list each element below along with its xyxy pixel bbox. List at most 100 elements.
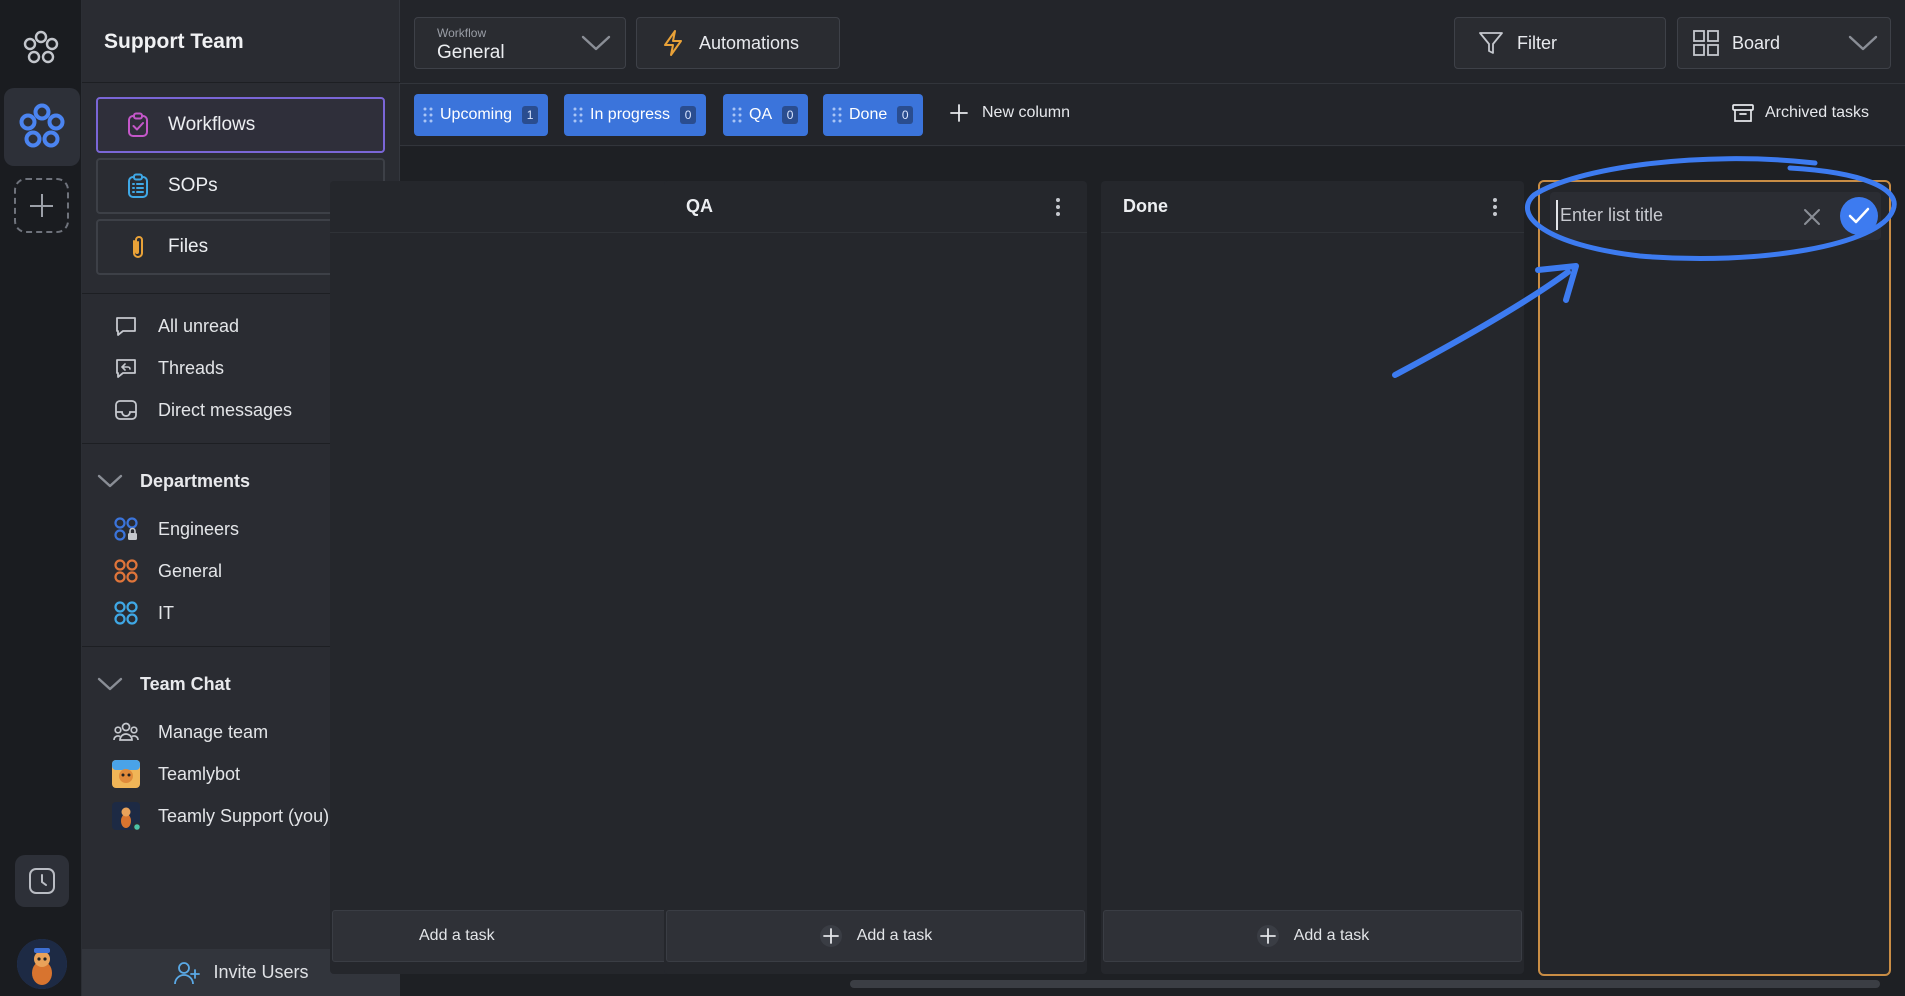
add-workspace-button[interactable] [14,178,69,233]
people-icon [113,722,139,741]
inbox-direct-messages[interactable]: Direct messages [112,394,292,426]
app-window: Support Team Workflows SOPs Files All un… [0,0,1905,996]
top-toolbar: Workflow General Automations Filter Boar… [400,0,1905,84]
filter-button[interactable]: Filter [1454,17,1666,69]
drag-handle-icon[interactable] [572,106,584,124]
flower-workspace-icon [19,103,65,148]
list-title-input[interactable] [1556,200,1796,230]
chat-teamlybot[interactable]: Teamlybot [112,758,240,790]
column-chip-count: 0 [897,106,914,124]
column-chip-qa[interactable]: QA 0 [723,94,809,136]
column-chip-count: 1 [522,106,539,124]
board-canvas: Add a task QA Add a task Done Add a task… [330,147,1905,996]
department-engineers[interactable]: Engineers [112,513,239,545]
inbox-icon [115,400,137,420]
archive-box-icon [1732,104,1754,122]
add-task-label: Add a task [419,927,495,944]
column-chip-count: 0 [782,106,799,124]
workspace-button[interactable] [4,88,80,166]
column-chip-label: In progress [590,106,671,123]
flower-logo-icon[interactable] [21,28,61,68]
chevron-down-icon [1848,35,1878,51]
board-column-qa: QA Add a task [664,181,1087,974]
nav-workflows-label: Workflows [168,114,256,135]
archived-tasks-label: Archived tasks [1764,104,1869,121]
chat-teamly-support[interactable]: Teamly Support (you) [112,800,329,832]
department-engineers-label: Engineers [158,518,240,539]
chat-manage-team[interactable]: Manage team [112,716,268,748]
plus-icon [950,104,968,122]
new-list-card [1538,180,1891,976]
chevron-down-icon [97,677,123,691]
workflow-caption: Workflow [437,26,487,40]
invite-users-label: Invite Users [213,962,309,982]
board-view-icon [1693,30,1719,56]
reply-bubble-icon [116,359,136,378]
column-chip-upcoming[interactable]: Upcoming 1 [414,94,549,136]
plus-circle-icon [1256,925,1279,947]
chat-teamly-support-label: Teamly Support (you) [158,805,330,826]
filter-label: Filter [1517,32,1557,53]
workflow-value: General [437,42,505,63]
add-task-button[interactable]: Add a task [666,910,1085,962]
lightning-icon [664,30,682,56]
filter-icon [1479,32,1503,54]
plus-circle-icon [819,925,842,947]
user-avatar[interactable] [17,939,67,989]
divider [82,82,400,83]
automations-label: Automations [699,32,800,53]
group-icon [114,601,138,625]
department-it[interactable]: IT [112,597,174,629]
inbox-all-unread[interactable]: All unread [112,310,239,342]
column-title: QA [686,196,713,216]
column-chip-in-progress[interactable]: In progress 0 [564,94,707,136]
chevron-down-icon [97,474,123,488]
board-column-done: Done Add a task [1101,181,1524,974]
group-icon [114,559,138,583]
confirm-button[interactable] [1840,197,1878,235]
workflow-select[interactable]: Workflow General [414,17,626,69]
column-chip-label: Done [849,106,888,123]
drag-handle-icon[interactable] [831,106,843,124]
nav-workflows[interactable]: Workflows [96,97,385,153]
bot-avatar [112,760,140,788]
inbox-direct-messages-label: Direct messages [158,399,293,420]
inbox-threads-label: Threads [158,357,225,378]
clipboard-check-icon [128,112,148,137]
add-task-button[interactable]: Add a task [1103,910,1522,962]
drag-handle-icon[interactable] [422,106,434,124]
column-chip-label: QA [749,106,773,123]
chevron-down-icon [581,35,611,51]
add-task-label: Add a task [856,927,933,944]
close-icon[interactable] [1796,201,1828,233]
more-vertical-icon[interactable] [1492,196,1498,218]
inbox-all-unread-label: All unread [158,315,240,336]
more-vertical-icon[interactable] [1055,196,1061,218]
new-list-input-row [1550,192,1881,240]
paperclip-icon [133,236,143,258]
clipboard-list-icon [128,173,148,198]
add-user-icon [174,961,201,984]
column-chip-done[interactable]: Done 0 [823,94,924,136]
inbox-threads[interactable]: Threads [112,352,224,384]
archived-tasks-button[interactable]: Archived tasks [1731,102,1869,124]
add-task-label: Add a task [1293,927,1370,944]
department-general[interactable]: General [112,555,222,587]
automations-button[interactable]: Automations [636,17,840,69]
column-chip-label: Upcoming [440,106,513,123]
new-column-button[interactable]: New column [948,102,1070,124]
drag-handle-icon[interactable] [731,106,743,124]
team-title[interactable]: Support Team [104,30,244,54]
clock-button[interactable] [15,855,69,907]
workspace-rail [0,0,82,996]
chat-manage-team-label: Manage team [158,721,269,742]
horizontal-scrollbar[interactable] [850,980,1880,988]
chat-teamlybot-label: Teamlybot [158,763,241,784]
nav-sops-label: SOPs [168,175,218,196]
chat-bubble-icon [116,317,136,336]
department-general-label: General [158,560,223,581]
view-select[interactable]: Board [1677,17,1891,69]
clock-icon [29,868,55,894]
mascot-avatar-icon [17,939,67,989]
department-it-label: IT [158,602,174,623]
